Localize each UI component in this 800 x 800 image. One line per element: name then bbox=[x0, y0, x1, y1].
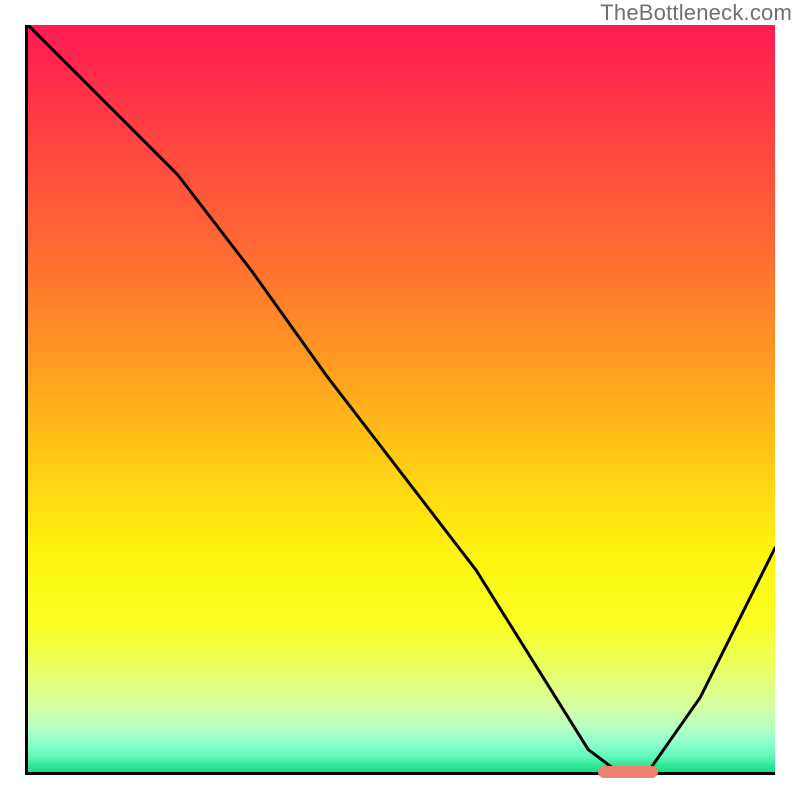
watermark-text: TheBottleneck.com bbox=[600, 0, 792, 26]
chart-figure: TheBottleneck.com bbox=[0, 0, 800, 800]
plot-area bbox=[25, 25, 775, 775]
gradient-background bbox=[28, 25, 775, 772]
optimal-marker bbox=[598, 766, 658, 778]
